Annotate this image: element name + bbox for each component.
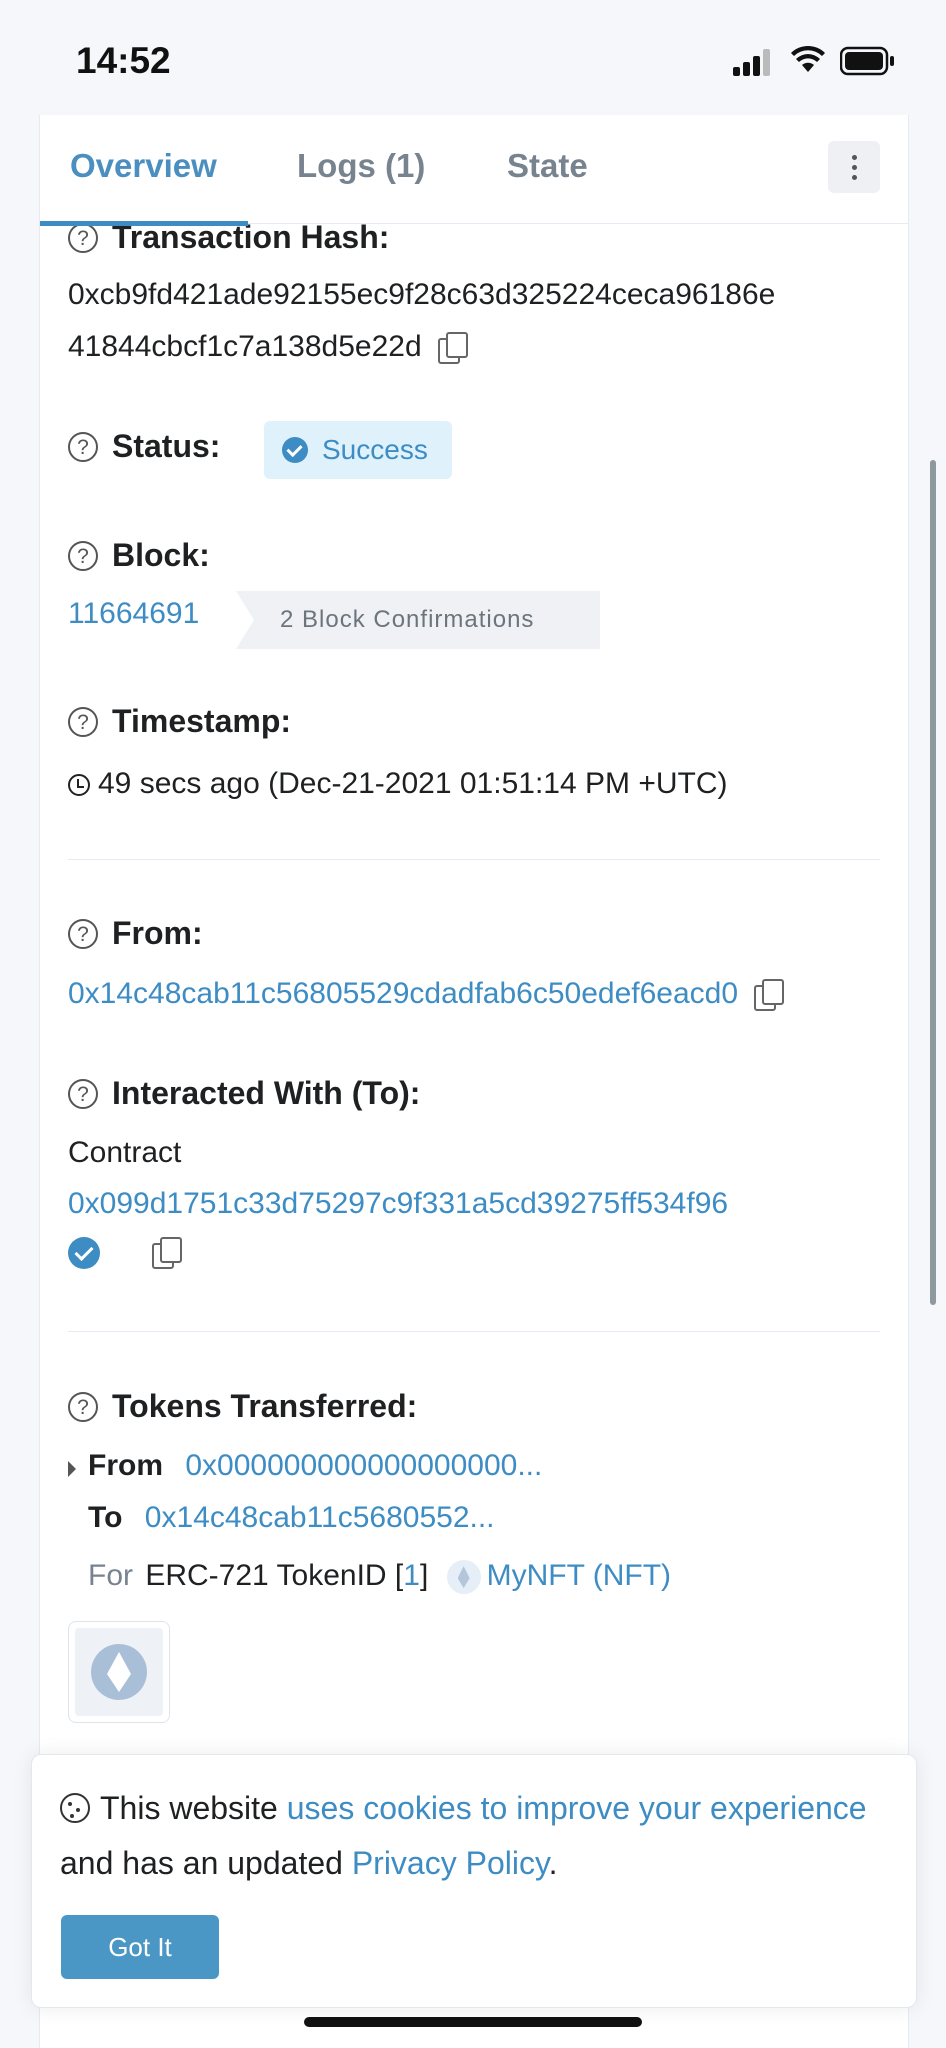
cookie-text-1: This website — [100, 1790, 287, 1826]
verified-check-icon — [68, 1237, 100, 1269]
divider — [68, 859, 880, 860]
block-confirmations-badge: 2 Block Confirmations — [236, 591, 600, 649]
tokens-transferred-label: ? Tokens Transferred: — [68, 1388, 417, 1425]
cookie-icon — [60, 1793, 90, 1823]
to-label: ? Interacted With (To): — [68, 1075, 420, 1112]
status-label: ? Status: — [68, 428, 220, 465]
token-standard-text: ERC-721 TokenID [ — [145, 1559, 404, 1592]
block-confirmations-text: 2 Block Confirmations — [280, 606, 535, 633]
token-close-bracket: ] — [419, 1559, 429, 1592]
help-icon[interactable]: ? — [68, 706, 98, 737]
check-circle-icon — [282, 437, 308, 463]
status-value: Success — [322, 434, 428, 465]
block-label: ? Block: — [68, 537, 210, 574]
tab-state[interactable]: State — [507, 147, 588, 185]
help-icon[interactable]: ? — [68, 1391, 98, 1422]
token-id-link[interactable]: 1 — [403, 1559, 420, 1592]
scrollbar[interactable] — [930, 460, 936, 1305]
cookie-message: This website uses cookies to improve you… — [60, 1781, 880, 1891]
timestamp-value-row: 49 secs ago (Dec-21-2021 01:51:14 PM +UT… — [68, 758, 728, 810]
cookie-text-2: and has an updated — [60, 1845, 352, 1881]
token-to-address-link[interactable]: 0x14c48cab11c5680552... — [145, 1501, 495, 1534]
token-name-link[interactable]: MyNFT (NFT) — [487, 1559, 671, 1592]
token-for-label: For — [88, 1559, 133, 1592]
home-indicator[interactable] — [304, 2017, 642, 2027]
from-address-link[interactable]: 0x14c48cab11c56805529cdadfab6c50edef6eac… — [68, 977, 738, 1010]
active-tab-indicator — [40, 221, 248, 226]
cookie-policy-link[interactable]: uses cookies to improve your experience — [287, 1790, 867, 1826]
from-address-row: 0x14c48cab11c56805529cdadfab6c50edef6eac… — [68, 968, 785, 1020]
token-from-row: From 0x000000000000000000... — [88, 1449, 542, 1483]
token-to-row: To 0x14c48cab11c5680552... — [88, 1501, 495, 1535]
wifi-icon — [791, 45, 825, 72]
ethereum-icon — [446, 1560, 481, 1595]
got-it-button[interactable]: Got It — [61, 1915, 219, 1979]
more-options-button[interactable] — [828, 141, 880, 193]
tab-overview[interactable]: Overview — [70, 147, 217, 185]
token-from-label: From — [88, 1449, 163, 1482]
timestamp-label-text: Timestamp: — [112, 703, 292, 739]
help-icon[interactable]: ? — [68, 540, 98, 571]
cookie-banner: This website uses cookies to improve you… — [31, 1754, 917, 2008]
help-icon[interactable]: ? — [68, 1078, 98, 1109]
divider — [68, 1331, 880, 1332]
tokens-transferred-label-text: Tokens Transferred: — [112, 1388, 418, 1424]
to-contract-prefix: Contract — [68, 1136, 182, 1169]
token-to-label: To — [88, 1501, 123, 1534]
copy-icon[interactable] — [150, 1237, 182, 1269]
help-icon[interactable]: ? — [68, 431, 98, 462]
cellular-signal-icon — [733, 48, 775, 76]
token-detail-row: For ERC-721 TokenID [1] MyNFT (NFT) — [88, 1559, 671, 1595]
from-label-text: From: — [112, 915, 203, 951]
cookie-text-3: . — [548, 1845, 558, 1881]
tx-hash-line-2: 41844cbcf1c7a138d5e22d — [68, 330, 422, 363]
privacy-policy-link[interactable]: Privacy Policy — [352, 1845, 549, 1881]
tab-logs[interactable]: Logs (1) — [297, 147, 425, 185]
status-badge: Success — [264, 421, 452, 479]
block-label-text: Block: — [112, 537, 210, 573]
tx-hash-value: 0xcb9fd421ade92155ec9f28c63d325224ceca96… — [68, 269, 775, 373]
status-time: 14:52 — [76, 40, 171, 81]
tx-hash-line-1: 0xcb9fd421ade92155ec9f28c63d325224ceca96… — [68, 278, 776, 311]
help-icon[interactable]: ? — [68, 222, 98, 253]
nft-thumbnail[interactable] — [68, 1621, 170, 1723]
help-icon[interactable]: ? — [68, 918, 98, 949]
tab-bar: Overview Logs (1) State — [40, 115, 908, 226]
status-label-text: Status: — [112, 428, 221, 464]
timestamp-label: ? Timestamp: — [68, 703, 291, 740]
timestamp-value: 49 secs ago (Dec-21-2021 01:51:14 PM +UT… — [98, 767, 728, 800]
clock-icon — [68, 774, 90, 797]
copy-icon[interactable] — [436, 332, 468, 365]
copy-icon[interactable] — [752, 979, 785, 1012]
token-from-address-link[interactable]: 0x000000000000000000... — [185, 1449, 542, 1482]
to-label-text: Interacted With (To): — [112, 1075, 421, 1111]
caret-right-icon[interactable] — [68, 1461, 76, 1477]
status-bar: 14:52 — [0, 0, 946, 115]
to-address-link[interactable]: 0x099d1751c33d75297c9f331a5cd39275ff534f… — [68, 1178, 728, 1230]
from-label: ? From: — [68, 915, 203, 952]
block-number-link[interactable]: 11664691 — [68, 597, 199, 631]
battery-icon — [840, 46, 894, 76]
